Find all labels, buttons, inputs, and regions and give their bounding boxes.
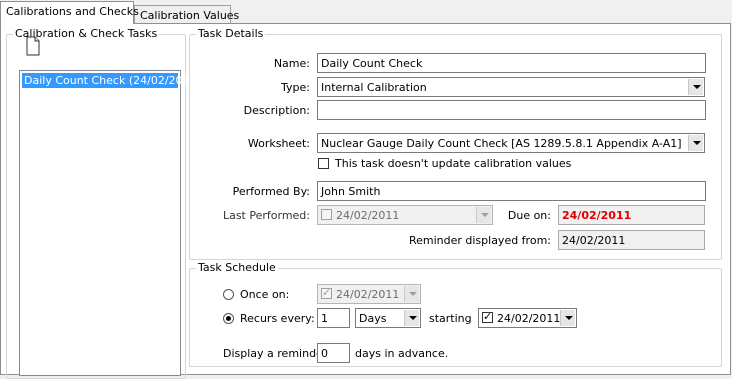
tab-label: Calibrations and Checks [6, 5, 139, 18]
reminder-days-field[interactable]: 0 [317, 343, 350, 363]
worksheet-label: Worksheet: [247, 137, 310, 150]
last-performed-checkbox [321, 209, 332, 220]
once-on-label: Once on: [240, 288, 290, 301]
description-field[interactable] [317, 100, 706, 120]
task-schedule-legend: Task Schedule [196, 261, 278, 274]
reminder-label: Reminder displayed from: [408, 234, 551, 247]
chevron-down-icon[interactable] [688, 79, 703, 95]
new-task-icon[interactable] [24, 36, 42, 56]
tab-label: Calibration Values [140, 9, 240, 22]
performed-by-label: Performed By: [232, 185, 310, 198]
once-on-radio[interactable] [223, 289, 234, 300]
tasks-list[interactable]: Daily Count Check (24/02/2011) [19, 70, 201, 376]
last-performed-label: Last Performed: [222, 209, 310, 222]
starting-checkbox[interactable]: ✓ [482, 310, 493, 323]
name-field[interactable]: Daily Count Check [317, 53, 706, 73]
tab-calibration-values[interactable]: Calibration Values [134, 5, 239, 25]
recurs-unit-select[interactable]: Days [355, 308, 421, 328]
chevron-down-icon [404, 286, 419, 302]
once-on-date: ✓ 24/02/2011 [317, 284, 421, 304]
chevron-down-icon[interactable] [404, 310, 419, 326]
recurs-every-label: Recurs every: [240, 312, 315, 325]
name-label: Name: [273, 57, 310, 70]
recurs-count-field[interactable]: 1 [317, 308, 350, 328]
last-performed-date: 24/02/2011 [317, 205, 493, 225]
description-label: Description: [243, 104, 310, 117]
reminder-field: 24/02/2011 [558, 230, 705, 250]
tab-calibrations-and-checks[interactable]: Calibrations and Checks [0, 1, 139, 24]
starting-label: starting [429, 312, 472, 325]
once-on-checkbox: ✓ [321, 286, 332, 299]
no-update-checkbox[interactable] [318, 158, 329, 169]
type-select[interactable]: Internal Calibration [317, 77, 705, 97]
due-on-label: Due on: [507, 209, 551, 222]
list-item[interactable]: Daily Count Check (24/02/2011) [22, 73, 201, 88]
task-details-legend: Task Details [196, 27, 266, 40]
starting-date[interactable]: ✓ 24/02/2011 [478, 308, 577, 328]
chevron-down-icon [476, 207, 491, 223]
recurs-every-radio[interactable] [223, 313, 234, 324]
days-advance-label: days in advance. [355, 347, 449, 360]
chevron-down-icon[interactable] [560, 310, 575, 326]
performed-by-field[interactable]: John Smith [317, 181, 706, 201]
display-reminder-label: Display a reminder [223, 347, 328, 360]
no-update-label: This task doesn't update calibration val… [335, 157, 572, 170]
worksheet-select[interactable]: Nuclear Gauge Daily Count Check [AS 1289… [317, 133, 705, 153]
chevron-down-icon[interactable] [688, 135, 703, 151]
type-label: Type: [281, 81, 310, 94]
tab-panel: Calibration & Check Tasks Daily Count Ch… [0, 23, 731, 379]
due-on-field: 24/02/2011 [558, 205, 705, 225]
